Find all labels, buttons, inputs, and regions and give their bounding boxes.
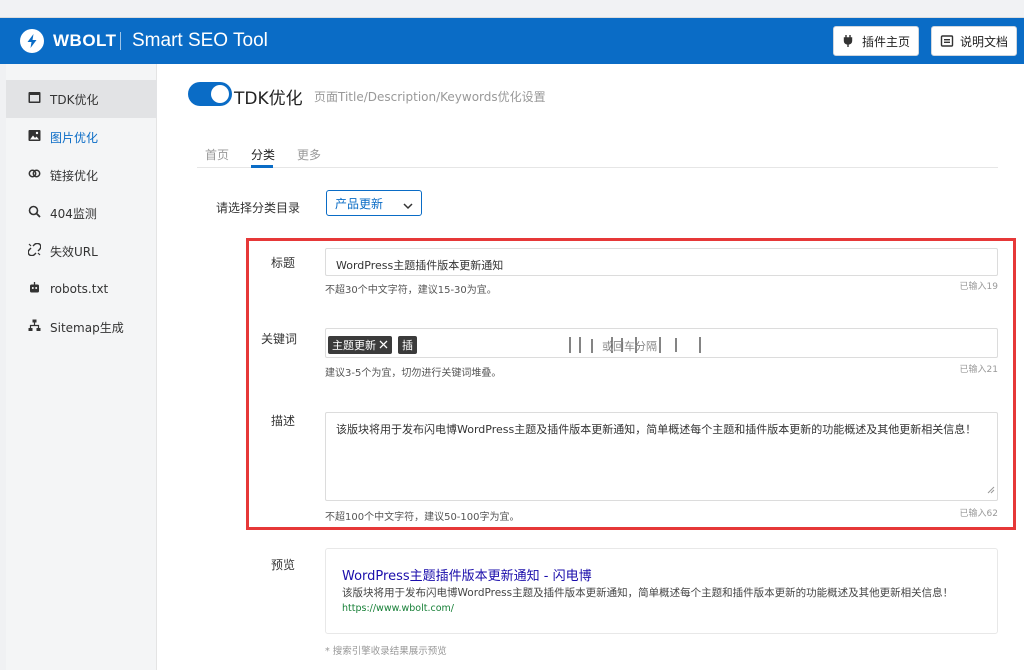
window-icon [28,91,41,107]
preview-url: https://www.wbolt.com/ [342,603,454,614]
description-value: 该版块将用于发布闪电博WordPress主题及插件版本更新通知，简单概述每个主题… [336,423,977,436]
brand-name: WBOLT [53,31,117,50]
keyword-tag-label: 主题更新 [332,339,376,352]
docs-button[interactable]: 说明文档 [931,26,1018,56]
keyword-tag-label: 插 [402,339,413,352]
sidebar-item-label: 链接优化 [50,168,99,183]
close-icon[interactable] [379,339,388,352]
section-subtitle: 页面Title/Description/Keywords优化设置 [314,90,546,104]
keywords-placeholder: 或回车分隔 [602,340,657,353]
keywords-input[interactable]: 主题更新 插 或回车分隔 [325,328,998,358]
sidebar-item-label: TDK优化 [50,92,99,107]
sidebar-item-image[interactable]: 图片优化 [6,118,157,156]
sidebar: TDK优化 图片优化 链接优化 404监测 失效URL robots.txt S… [6,64,157,670]
main-panel: TDK优化 页面Title/Description/Keywords优化设置 首… [157,64,1024,670]
image-icon [28,129,41,145]
sitemap-icon [28,319,41,335]
plugin-home-button[interactable]: 插件主页 [833,26,920,56]
description-hint: 不超100个中文字符，建议50-100字为宜。 [325,512,520,523]
keywords-char-count: 已输入21 [959,365,998,375]
sidebar-item-broken-url[interactable]: 失效URL [6,232,157,270]
description-textarea[interactable]: 该版块将用于发布闪电博WordPress主题及插件版本更新通知，简单概述每个主题… [325,412,998,501]
sidebar-item-label: 图片优化 [50,130,99,145]
toggle-knob [211,85,229,103]
category-label: 请选择分类目录 [216,201,301,215]
description-label: 描述 [271,414,296,428]
sidebar-item-label: Sitemap生成 [50,320,124,335]
sidebar-item-label: 失效URL [50,244,98,259]
sidebar-item-link[interactable]: 链接优化 [6,156,157,194]
preview-label: 预览 [271,558,296,572]
title-hint: 不超30个中文字符，建议15-30为宜。 [325,285,497,296]
resize-grip-icon[interactable] [987,484,995,498]
title-input[interactable]: WordPress主题插件版本更新通知 [325,248,998,276]
search-preview-card: WordPress主题插件版本更新通知 - 闪电博 该版块将用于发布闪电博Wor… [325,548,998,634]
tab-bar: 首页 分类 更多 [197,146,998,168]
title-char-count: 已输入19 [959,282,998,292]
book-icon [940,34,954,48]
preview-title[interactable]: WordPress主题插件版本更新通知 - 闪电博 [342,565,592,584]
robot-icon [28,281,41,297]
preview-note: * 搜索引擎收录结果展示预览 [325,646,447,657]
app-header: WBOLT Smart SEO Tool 插件主页 说明文档 [0,18,1024,64]
keywords-hint: 建议3-5个为宜，切勿进行关键词堆叠。 [325,368,502,379]
title-label: 标题 [271,256,296,270]
header-divider [120,32,121,50]
keywords-label: 关键词 [261,332,298,346]
keyword-tag: 插 [398,336,417,354]
tab-category[interactable]: 分类 [251,146,275,163]
tdk-toggle[interactable] [188,82,232,106]
tab-home[interactable]: 首页 [205,146,229,163]
browser-top-strip [0,0,1024,18]
search-icon [28,205,41,221]
category-selected-value: 产品更新 [335,196,384,211]
sidebar-item-label: robots.txt [50,282,109,296]
broken-link-icon [27,242,42,259]
tab-more[interactable]: 更多 [297,146,321,163]
docs-label: 说明文档 [960,34,1009,49]
keyword-tag: 主题更新 [328,336,392,354]
plugin-home-label: 插件主页 [862,34,911,49]
chevron-down-icon [403,199,413,213]
sidebar-item-404[interactable]: 404监测 [6,194,157,232]
app-name: Smart SEO Tool [132,30,268,51]
description-char-count: 已输入62 [959,509,998,519]
sidebar-item-tdk[interactable]: TDK优化 [6,80,157,118]
link-icon [28,167,41,183]
preview-description: 该版块将用于发布闪电博WordPress主题及插件版本更新通知，简单概述每个主题… [342,587,954,599]
bolt-logo-icon [20,29,44,53]
category-select[interactable]: 产品更新 [326,190,422,216]
active-tab-indicator [251,165,273,168]
sidebar-item-robots[interactable]: robots.txt [6,270,157,308]
plug-icon [842,34,856,48]
title-input-value: WordPress主题插件版本更新通知 [336,259,504,272]
section-title: TDK优化 [234,89,303,109]
sidebar-item-sitemap[interactable]: Sitemap生成 [6,308,157,346]
sidebar-item-label: 404监测 [50,206,97,221]
